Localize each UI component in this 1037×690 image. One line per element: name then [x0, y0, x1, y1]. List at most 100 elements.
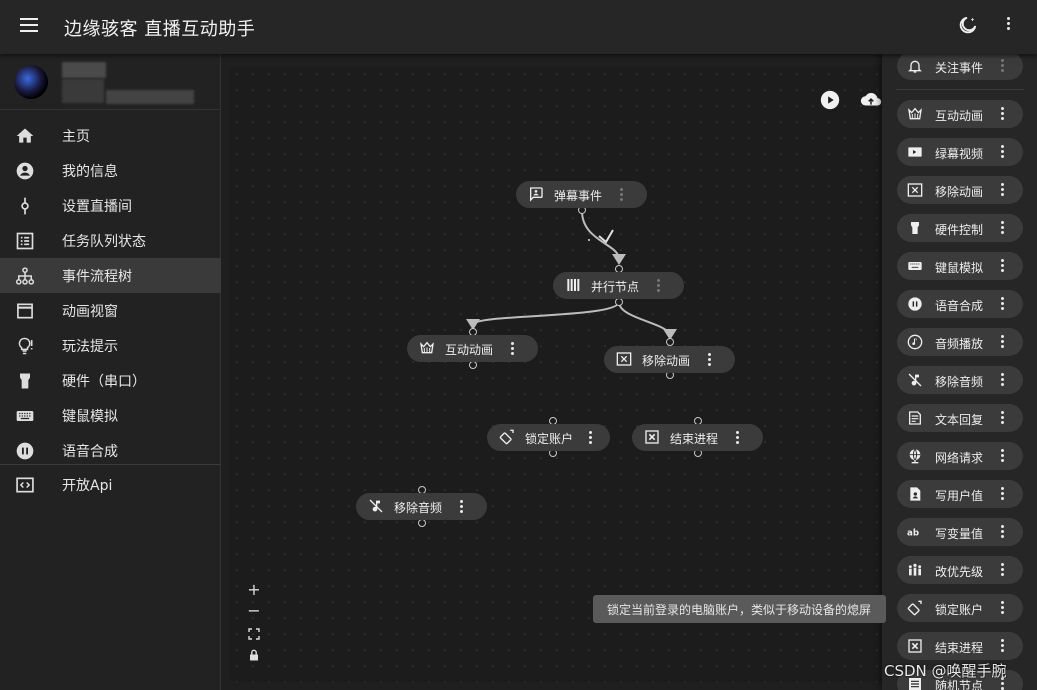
more-vert-icon[interactable] — [999, 59, 1005, 73]
sidebar-item-gameplay-tips[interactable]: 玩法提示 — [0, 328, 221, 363]
crown-icon — [419, 340, 435, 356]
sidebar-item-animation-window[interactable]: 动画视窗 — [0, 293, 221, 328]
flow-node-remove-animation[interactable]: 移除动画 — [604, 346, 735, 373]
palette-item-speech-synthesis[interactable]: 语音合成 — [897, 290, 1023, 318]
more-vert-icon[interactable] — [1004, 17, 1012, 37]
palette-item-text-reply[interactable]: 文本回复 — [897, 404, 1023, 432]
flow-node-remove-audio[interactable]: 移除音频 — [356, 493, 487, 520]
more-vert-icon[interactable] — [999, 411, 1005, 425]
more-vert-icon[interactable] — [618, 188, 624, 202]
more-vert-icon[interactable] — [999, 373, 1005, 387]
play-circle-icon[interactable] — [819, 89, 841, 111]
videocam-icon — [907, 144, 923, 160]
music-note-icon — [907, 334, 923, 350]
sidebar-item-live-room[interactable]: 设置直播间 — [0, 188, 221, 223]
more-vert-icon[interactable] — [999, 145, 1005, 159]
palette-item-change-priority[interactable]: 改优先级 — [897, 556, 1023, 584]
more-vert-icon[interactable] — [999, 525, 1005, 539]
sidebar-item-home[interactable]: 主页 — [0, 118, 221, 153]
palette-item-audio-playback[interactable]: 音频播放 — [897, 328, 1023, 356]
more-vert-icon[interactable] — [734, 431, 740, 445]
more-vert-icon[interactable] — [587, 431, 593, 445]
node-label: 弹幕事件 — [554, 189, 603, 203]
user-profile[interactable] — [0, 54, 221, 110]
flow-node-end-process[interactable]: 结束进程 — [632, 424, 763, 451]
more-vert-icon[interactable] — [999, 335, 1005, 349]
palette-item-label: 硬件控制 — [935, 223, 984, 237]
sidebar-item-label: 主页 — [62, 129, 90, 145]
flow-node-interactive-animation[interactable]: 互动动画 — [407, 335, 538, 362]
more-vert-icon[interactable] — [655, 279, 661, 293]
sidebar-item-profile[interactable]: 我的信息 — [0, 153, 221, 188]
screen-lock-rotation-icon — [499, 429, 515, 445]
sidebar-item-hardware[interactable]: 硬件（串口） — [0, 363, 221, 398]
more-vert-icon[interactable] — [999, 601, 1005, 615]
node-output-port[interactable] — [615, 298, 623, 306]
node-label: 互动动画 — [445, 343, 494, 357]
more-vert-icon[interactable] — [999, 107, 1005, 121]
palette-item-end-process[interactable]: 结束进程 — [897, 632, 1023, 660]
palette-item-write-user-value[interactable]: 写用户值 — [897, 480, 1023, 508]
cloud-upload-icon[interactable] — [859, 89, 882, 111]
more-vert-icon[interactable] — [999, 639, 1005, 653]
sidebar-item-speech-synthesis[interactable]: 语音合成 — [0, 433, 221, 468]
tooltip: 锁定当前登录的电脑账户，类似于移动设备的熄屏 — [593, 595, 886, 623]
sidebar-item-event-flow-tree[interactable]: 事件流程树 — [0, 258, 221, 293]
node-output-port[interactable] — [469, 361, 477, 369]
palette-item-remove-animation[interactable]: 移除动画 — [897, 176, 1023, 204]
lock-icon[interactable] — [247, 648, 261, 662]
account-tree-icon — [15, 266, 35, 286]
palette-item-follow-event[interactable]: 关注事件 — [897, 52, 1023, 80]
pause-circle-icon — [15, 441, 35, 461]
palette-item-green-screen-video[interactable]: 绿幕视频 — [897, 138, 1023, 166]
palette-item-keyboard-mouse[interactable]: 键鼠模拟 — [897, 252, 1023, 280]
pause-circle-icon — [907, 296, 923, 312]
node-palette: 关注事件 互动动画 绿幕视频 移除动画 硬件控制 键鼠模拟 语音合成 音频播放 … — [882, 42, 1037, 690]
sidebar-item-keyboard-mouse[interactable]: 键鼠模拟 — [0, 398, 221, 433]
plus-icon[interactable]: + — [247, 582, 261, 598]
sidebar-item-label: 我的信息 — [62, 164, 118, 180]
more-vert-icon[interactable] — [999, 259, 1005, 273]
window-icon — [15, 301, 35, 321]
palette-item-network-request[interactable]: 网络请求 — [897, 442, 1023, 470]
more-vert-icon[interactable] — [706, 353, 712, 367]
minus-icon[interactable]: − — [247, 603, 261, 619]
avatar — [14, 65, 48, 99]
more-vert-icon[interactable] — [999, 487, 1005, 501]
palette-item-label: 文本回复 — [935, 413, 984, 427]
flow-node-parallel[interactable]: 并行节点 — [553, 272, 684, 299]
app-title: 边缘骇客 直播互动助手 — [64, 19, 256, 40]
flow-node-lock-account[interactable]: 锁定账户 — [487, 424, 610, 451]
more-vert-icon[interactable] — [458, 500, 464, 514]
palette-item-interactive-animation[interactable]: 互动动画 — [897, 100, 1023, 128]
code-icon — [15, 475, 35, 495]
palette-item-label: 网络请求 — [935, 451, 984, 465]
palette-item-hardware-control[interactable]: 硬件控制 — [897, 214, 1023, 242]
more-vert-icon[interactable] — [999, 221, 1005, 235]
palette-item-remove-audio[interactable]: 移除音频 — [897, 366, 1023, 394]
hamburger-icon[interactable] — [20, 18, 38, 32]
palette-item-write-variable[interactable]: ab 写变量值 — [897, 518, 1023, 546]
node-input-port[interactable] — [666, 338, 674, 346]
groups-icon — [907, 562, 923, 578]
more-vert-icon[interactable] — [999, 563, 1005, 577]
sidebar-item-label: 设置直播间 — [62, 199, 132, 215]
blurred-user-info — [62, 79, 104, 103]
sidebar-item-open-api[interactable]: 开放Api — [0, 467, 221, 502]
parallel-bars-icon — [565, 277, 581, 293]
more-vert-icon[interactable] — [999, 449, 1005, 463]
sidebar-item-task-queue[interactable]: 任务队列状态 — [0, 223, 221, 258]
flow-canvas[interactable]: 弹幕事件 并行节点 互动动画 移除动画 锁定账户 结束进程 移除音频 + − — [229, 66, 929, 682]
flow-node-danmaku-event[interactable]: 弹幕事件 — [516, 181, 647, 208]
sidebar-item-label: 开放Api — [62, 478, 113, 494]
more-vert-icon[interactable] — [999, 297, 1005, 311]
more-vert-icon[interactable] — [509, 342, 515, 356]
fit-view-icon[interactable] — [247, 627, 261, 641]
palette-item-label: 锁定账户 — [935, 603, 984, 617]
more-vert-icon[interactable] — [999, 183, 1005, 197]
keyboard-icon — [907, 258, 923, 274]
node-output-port[interactable] — [418, 519, 426, 527]
dark-mode-icon[interactable] — [956, 15, 978, 37]
palette-item-lock-account[interactable]: 锁定账户 — [897, 594, 1023, 622]
app-window: 边缘骇客 直播互动助手 主页 我的信息 设置直播间 任务队列状态 事件流程树 动… — [0, 0, 1037, 690]
